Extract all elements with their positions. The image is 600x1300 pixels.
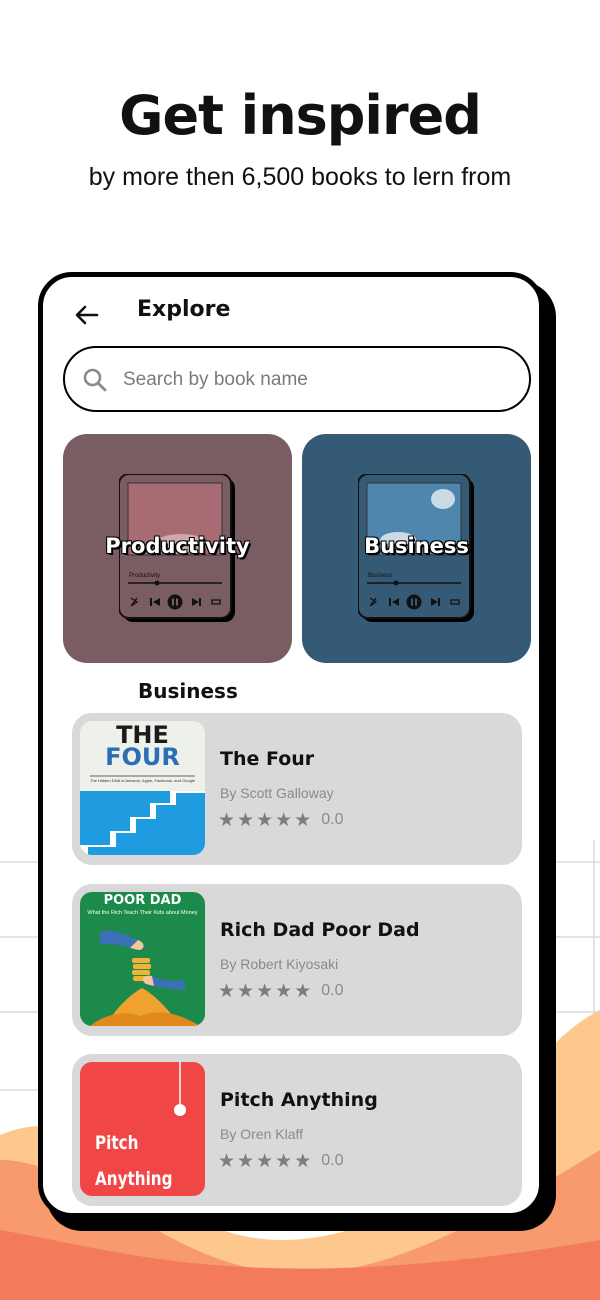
star-icon: ★ <box>218 1150 236 1172</box>
book-cover: POOR DAD What the Rich Teach Their Kids … <box>80 892 205 1026</box>
search-input[interactable] <box>121 360 505 400</box>
book-author: By Robert Kiyosaki <box>220 956 339 972</box>
book-card-the-four[interactable]: THE FOUR The Hidden DNA of Amazon, Apple… <box>72 713 522 865</box>
star-rating: ★ ★ ★ ★ ★ 0.0 <box>218 1151 343 1171</box>
phone-frame: Explore Productivity Produ <box>38 272 544 1218</box>
cover-tagline: What the Rich Teach Their Kids about Mon… <box>87 910 198 916</box>
star-icon: ★ <box>256 1150 274 1172</box>
book-author: By Scott Galloway <box>220 785 334 801</box>
star-icon: ★ <box>256 980 274 1002</box>
star-icon: ★ <box>275 1150 293 1172</box>
book-card-rich-dad-poor-dad[interactable]: POOR DAD What the Rich Teach Their Kids … <box>72 884 522 1036</box>
star-icon: ★ <box>294 980 312 1002</box>
section-title: Business <box>138 679 238 703</box>
star-icon: ★ <box>237 809 255 831</box>
category-label: Business <box>364 534 469 558</box>
star-icon: ★ <box>218 809 236 831</box>
star-icon: ★ <box>294 1150 312 1172</box>
book-title: The Four <box>220 748 315 770</box>
hero-subtitle: by more then 6,500 books to lern from <box>88 163 512 191</box>
player-caption: Productivity <box>129 573 161 579</box>
cover-title-line2: FOUR <box>105 743 180 771</box>
star-icon: ★ <box>237 980 255 1002</box>
hero-title: Get inspired <box>119 84 482 147</box>
book-title: Rich Dad Poor Dad <box>220 919 420 941</box>
book-title: Pitch Anything <box>220 1089 378 1111</box>
cover-tagline: The Hidden DNA of Amazon, Apple, Faceboo… <box>90 778 195 783</box>
back-arrow-icon[interactable] <box>73 301 101 329</box>
category-productivity[interactable]: Productivity Productivity <box>63 434 292 663</box>
rating-value: 0.0 <box>321 982 344 999</box>
cover-title: POOR DAD <box>103 893 182 908</box>
star-icon: ★ <box>275 809 293 831</box>
page-title: Explore <box>137 297 231 322</box>
rating-value: 0.0 <box>321 811 344 828</box>
search-bar[interactable] <box>63 346 531 412</box>
book-author: By Oren Klaff <box>220 1126 304 1142</box>
star-rating: ★ ★ ★ ★ ★ 0.0 <box>218 810 343 830</box>
category-business[interactable]: Business Business <box>302 434 531 663</box>
book-cover: Pitch Anything <box>80 1062 205 1196</box>
book-card-pitch-anything[interactable]: Pitch Anything Pitch Anything By Oren Kl… <box>72 1054 522 1206</box>
search-icon <box>83 368 107 392</box>
star-icon: ★ <box>275 980 293 1002</box>
cover-title-line2: Anything <box>95 1168 173 1190</box>
star-icon: ★ <box>294 809 312 831</box>
star-icon: ★ <box>218 980 236 1002</box>
star-rating: ★ ★ ★ ★ ★ 0.0 <box>218 981 343 1001</box>
star-icon: ★ <box>237 1150 255 1172</box>
book-cover: THE FOUR The Hidden DNA of Amazon, Apple… <box>80 721 205 855</box>
rating-value: 0.0 <box>321 1152 344 1169</box>
cover-title-line1: Pitch <box>95 1132 139 1154</box>
star-icon: ★ <box>256 809 274 831</box>
category-label: Productivity <box>105 534 250 558</box>
player-caption: Business <box>368 573 393 579</box>
